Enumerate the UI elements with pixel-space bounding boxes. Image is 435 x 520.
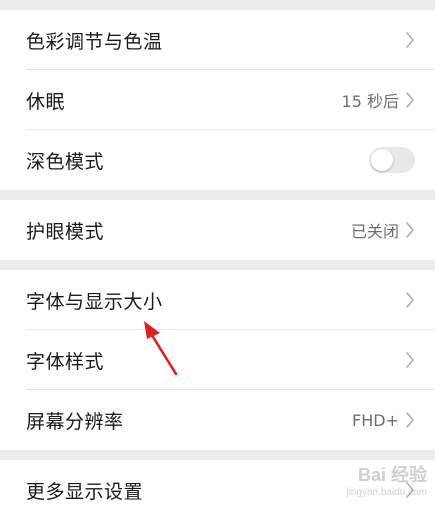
watermark-sub: jingyan.baidu.com bbox=[346, 487, 427, 498]
watermark-main: Bai 经验 bbox=[357, 465, 427, 485]
row-color-temperature[interactable]: 色彩调节与色温 bbox=[0, 10, 435, 70]
top-spacer bbox=[0, 0, 435, 10]
toggle-knob bbox=[371, 149, 393, 171]
group-spacer bbox=[0, 450, 435, 460]
chevron-right-icon bbox=[405, 31, 415, 49]
row-label: 屏幕分辨率 bbox=[26, 410, 124, 433]
resolution-value: FHD+ bbox=[352, 410, 399, 430]
settings-group-eye: 护眼模式 已关闭 bbox=[0, 200, 435, 260]
chevron-right-icon bbox=[405, 291, 415, 309]
row-screen-resolution[interactable]: 屏幕分辨率 FHD+ bbox=[0, 390, 435, 450]
dark-mode-toggle[interactable] bbox=[369, 147, 415, 173]
eye-comfort-value: 已关闭 bbox=[350, 222, 399, 241]
row-font-display-size[interactable]: 字体与显示大小 bbox=[0, 270, 435, 330]
row-label: 色彩调节与色温 bbox=[26, 30, 163, 53]
row-label: 深色模式 bbox=[26, 150, 105, 173]
row-eye-comfort[interactable]: 护眼模式 已关闭 bbox=[0, 200, 435, 260]
settings-page: 色彩调节与色温 休眠 15 秒后 深色模式 护眼模式 已关闭 字体与显示大小 字… bbox=[0, 0, 435, 520]
chevron-right-icon bbox=[405, 221, 415, 239]
chevron-right-icon bbox=[405, 411, 415, 429]
group-spacer bbox=[0, 260, 435, 270]
row-font-style[interactable]: 字体样式 bbox=[0, 330, 435, 390]
settings-group-font: 字体与显示大小 字体样式 屏幕分辨率 FHD+ bbox=[0, 270, 435, 450]
group-spacer bbox=[0, 190, 435, 200]
row-dark-mode: 深色模式 bbox=[0, 130, 435, 190]
row-sleep[interactable]: 休眠 15 秒后 bbox=[0, 70, 435, 130]
sleep-value: 15 秒后 bbox=[341, 92, 399, 111]
settings-group-color: 色彩调节与色温 休眠 15 秒后 深色模式 bbox=[0, 10, 435, 190]
watermark: Bai 经验 jingyan.baidu.com bbox=[346, 461, 427, 498]
row-label: 护眼模式 bbox=[26, 220, 105, 243]
chevron-right-icon bbox=[405, 351, 415, 369]
row-label: 休眠 bbox=[26, 90, 66, 113]
row-label: 字体样式 bbox=[26, 350, 105, 373]
chevron-right-icon bbox=[405, 91, 415, 109]
row-label: 字体与显示大小 bbox=[26, 290, 163, 313]
